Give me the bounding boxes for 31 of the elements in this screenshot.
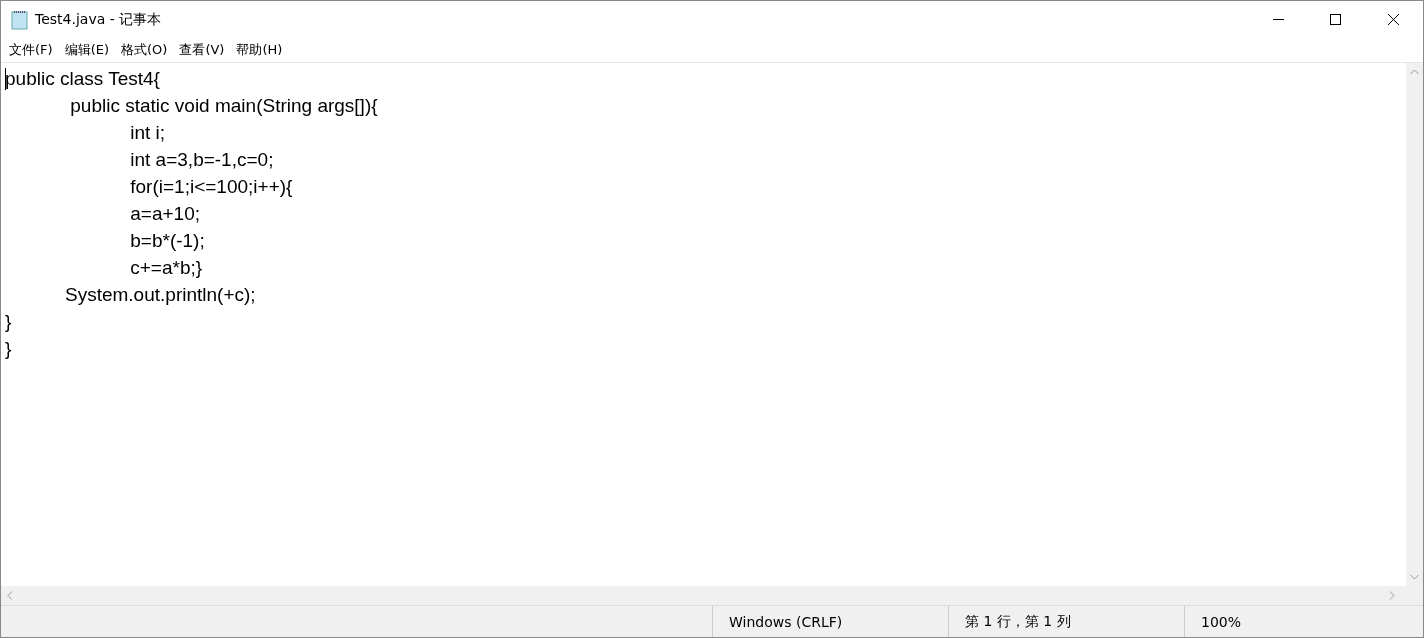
scroll-right-icon[interactable] — [1389, 591, 1395, 600]
window-title: Test4.java - 记事本 — [35, 10, 162, 29]
minimize-icon — [1272, 19, 1284, 20]
code-line: int a=3,b=-1,c=0; — [129, 148, 274, 172]
code-line: b=b*(-1); — [129, 229, 205, 253]
scroll-up-icon[interactable] — [1410, 69, 1419, 75]
vertical-scrollbar[interactable] — [1406, 63, 1423, 586]
scroll-left-icon[interactable] — [7, 591, 13, 600]
menu-item[interactable]: 帮助(H) — [230, 41, 289, 59]
code-line: c+=a*b;} — [129, 256, 203, 280]
menu-item[interactable]: 编辑(E) — [58, 41, 115, 59]
code-line: for(i=1;i<=100;i++){ — [129, 175, 293, 199]
code-line: int i; — [129, 121, 166, 145]
scroll-down-icon[interactable] — [1410, 574, 1419, 580]
code-line: a=a+10; — [129, 202, 201, 226]
menu-item[interactable]: 格式(O) — [115, 41, 174, 59]
menu-item[interactable]: 查看(V) — [173, 41, 231, 59]
close-icon — [1388, 13, 1400, 26]
zoom-level: 100% — [1184, 606, 1423, 637]
text-area[interactable]: public class Test4{ public static void main(String args[]){ int i; int a=3,b=-1,c=0; for(i=1;i<=100;i++){ a=a+10; b=b*(-1); c+=a*b;} System.out.println(+c); } } — [1, 63, 1406, 586]
horizontal-scrollbar[interactable] — [1, 586, 1423, 605]
code-line: public static void main(String args[]){ — [69, 94, 378, 118]
menu-item[interactable]: 文件(F) — [3, 41, 59, 59]
notepad-icon — [11, 9, 29, 30]
code-line: System.out.println(+c); — [64, 283, 256, 307]
line-ending-label: Windows (CRLF) — [712, 606, 948, 637]
code-line: public class Test4{ — [5, 67, 160, 91]
maximize-icon — [1330, 13, 1342, 26]
code-line: } — [5, 310, 12, 334]
code-line: } — [5, 337, 12, 361]
cursor-position: 第 1 行，第 1 列 — [948, 606, 1184, 637]
